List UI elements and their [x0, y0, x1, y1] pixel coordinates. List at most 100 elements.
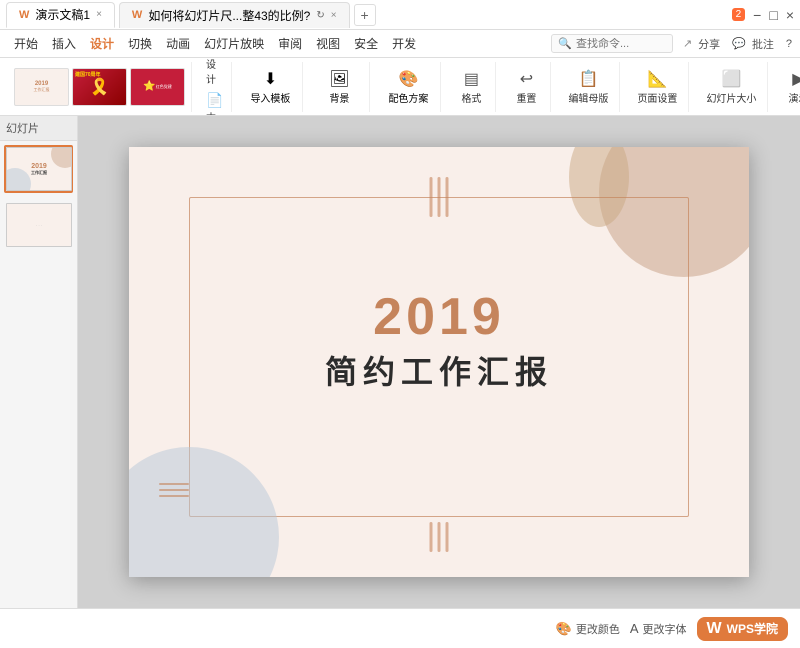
slide-canvas[interactable]: 2019 简约工作汇报	[129, 147, 749, 577]
bottom-bar: 🎨 更改颜色 A 更改字体 W WPS学院	[0, 608, 800, 648]
deco-lines-left	[159, 483, 189, 497]
wps-logo: W	[707, 620, 722, 638]
edit-master-button[interactable]: 📋 编辑母版	[563, 66, 613, 108]
menu-view[interactable]: 视图	[310, 32, 346, 55]
tab1-close[interactable]: ×	[96, 9, 102, 20]
import-icon: ⬇	[264, 69, 277, 89]
thumbnail-list: 2019 工作汇报 建国70周年 🎗️ ⭐ 红色党建	[14, 68, 185, 106]
page-icon: 📐	[647, 69, 667, 89]
thumb-current[interactable]: 2019 工作汇报	[14, 68, 69, 106]
slide-thumb-1-inner: 2019 工作汇报	[6, 147, 72, 191]
tab-add-button[interactable]: +	[354, 4, 376, 26]
change-font-button[interactable]: A 更改字体	[630, 621, 687, 637]
wps-academy-label: WPS学院	[727, 620, 778, 637]
present-section: ▶ 演示	[774, 62, 800, 112]
thumb1-year: 2019	[31, 163, 47, 170]
color-scheme-section: 🎨 配色方案	[376, 62, 441, 112]
import-template-button[interactable]: ⬇ 导入模板	[244, 66, 296, 108]
thumb-party[interactable]: ⭐ 红色党建	[130, 68, 185, 106]
deco-hline-2	[159, 489, 189, 491]
background-section: 🖼 背景	[309, 62, 370, 112]
page-setup-button[interactable]: 📐 页面设置	[632, 66, 682, 108]
share-icon: ↗	[683, 37, 692, 50]
review-button[interactable]: 批注	[752, 36, 774, 52]
format-icon: ▤	[464, 69, 479, 89]
import-section: ⬇ 导入模板	[238, 62, 303, 112]
size-icon: ⬜	[721, 69, 741, 89]
tab1-label: 演示文稿1	[35, 6, 90, 23]
slide-panel: 幻灯片 2019 工作汇报 · · ·	[0, 116, 78, 608]
slide-year: 2019	[373, 287, 505, 347]
tab2-label: 如何将幻灯片尺...整43的比例?	[148, 7, 310, 24]
slide-title: 简约工作汇报	[325, 347, 553, 393]
palette-icon: 🎨	[398, 69, 418, 89]
reset-button[interactable]: ↩ 重置	[508, 66, 544, 108]
title-right: 2 − □ ×	[732, 7, 794, 23]
deco-bline-3	[446, 522, 449, 552]
template-thumbs-section: 2019 工作汇报 建国70周年 🎗️ ⭐ 红色党建	[8, 62, 192, 112]
background-icon: 🖼	[329, 69, 349, 89]
thumb1-title: 工作汇报	[31, 170, 47, 176]
menu-review[interactable]: 审阅	[272, 32, 308, 55]
page-setup-section: 📐 页面设置	[626, 62, 689, 112]
search-input[interactable]	[576, 38, 666, 50]
work-area: 幻灯片 2019 工作汇报 · · ·	[0, 116, 800, 608]
slide-panel-header: 幻灯片	[0, 116, 77, 141]
tab-presentation1[interactable]: W 演示文稿1 ×	[6, 2, 115, 28]
master-icon: 📋	[578, 69, 598, 89]
slide-size-button[interactable]: ⬜ 幻灯片大小	[701, 66, 761, 108]
slide-size-section: ⬜ 幻灯片大小	[695, 62, 768, 112]
thumb-red1[interactable]: 建国70周年 🎗️	[72, 68, 127, 106]
menu-design[interactable]: 设计	[84, 32, 120, 55]
menu-slideshow[interactable]: 幻灯片放映	[198, 32, 270, 55]
format-section: ▤ 格式	[447, 62, 496, 112]
present-button[interactable]: ▶ 演示	[780, 66, 800, 108]
background-button[interactable]: 🖼 背景	[315, 66, 363, 108]
share-button[interactable]: 分享	[698, 36, 720, 52]
minimize-icon[interactable]: −	[753, 7, 761, 23]
more-design-button[interactable]: ⊞ 更多设计	[204, 58, 225, 88]
deco-lines-bottom	[430, 522, 449, 552]
deco-bline-1	[430, 522, 433, 552]
close-icon[interactable]: ×	[786, 7, 794, 23]
text-doc-icon: 📄	[206, 92, 223, 109]
tab2-reload[interactable]: ↻	[316, 10, 324, 21]
color-icon: 🎨	[556, 621, 572, 637]
deco-hline-1	[159, 483, 189, 485]
format-button[interactable]: ▤ 格式	[453, 66, 489, 108]
present-icon: ▶	[792, 69, 800, 89]
toolbar: 2019 工作汇报 建国70周年 🎗️ ⭐ 红色党建 ⊞ 更多设计 📄 本文模板	[0, 58, 800, 116]
menu-actions: ↗ 分享 💬 批注 ?	[683, 36, 792, 52]
tab-howto[interactable]: W 如何将幻灯片尺...整43的比例? ↻ ×	[119, 2, 350, 28]
main-canvas[interactable]: 2019 简约工作汇报	[78, 116, 800, 608]
deco-hline-3	[159, 495, 189, 497]
change-color-button[interactable]: 🎨 更改颜色	[556, 621, 620, 637]
menu-dev[interactable]: 开发	[386, 32, 422, 55]
reset-section: ↩ 重置	[502, 62, 551, 112]
review-icon: 💬	[732, 37, 746, 50]
search-icon: 🔍	[558, 37, 572, 50]
title-bar: W 演示文稿1 × W 如何将幻灯片尺...整43的比例? ↻ × + 2 − …	[0, 0, 800, 30]
reset-icon: ↩	[520, 69, 533, 89]
color-scheme-button[interactable]: 🎨 配色方案	[382, 66, 434, 108]
slide-thumb-2[interactable]: · · ·	[4, 201, 73, 249]
deco-bline-2	[438, 522, 441, 552]
font-icon: A	[630, 621, 639, 636]
edit-master-section: 📋 编辑母版	[557, 62, 620, 112]
search-box[interactable]: 🔍	[551, 34, 673, 53]
wps-academy-button[interactable]: W WPS学院	[697, 617, 788, 641]
menu-bar: 开始 插入 设计 切换 动画 幻灯片放映 审阅 视图 安全 开发 🔍 ↗ 分享 …	[0, 30, 800, 58]
menu-switch[interactable]: 切换	[122, 32, 158, 55]
help-button[interactable]: ?	[786, 38, 792, 50]
slide-thumb-2-inner: · · ·	[6, 203, 72, 247]
maximize-icon[interactable]: □	[769, 7, 777, 23]
slide-thumb-1[interactable]: 2019 工作汇报	[4, 145, 73, 193]
text-template-button[interactable]: 📄 本文模板	[204, 90, 225, 117]
menu-animation[interactable]: 动画	[160, 32, 196, 55]
tab-count: 2	[732, 8, 746, 21]
menu-insert[interactable]: 插入	[46, 32, 82, 55]
menu-security[interactable]: 安全	[348, 32, 384, 55]
menu-start[interactable]: 开始	[8, 32, 44, 55]
tab2-close[interactable]: ×	[331, 10, 337, 21]
more-design-section: ⊞ 更多设计 📄 本文模板	[198, 62, 232, 112]
